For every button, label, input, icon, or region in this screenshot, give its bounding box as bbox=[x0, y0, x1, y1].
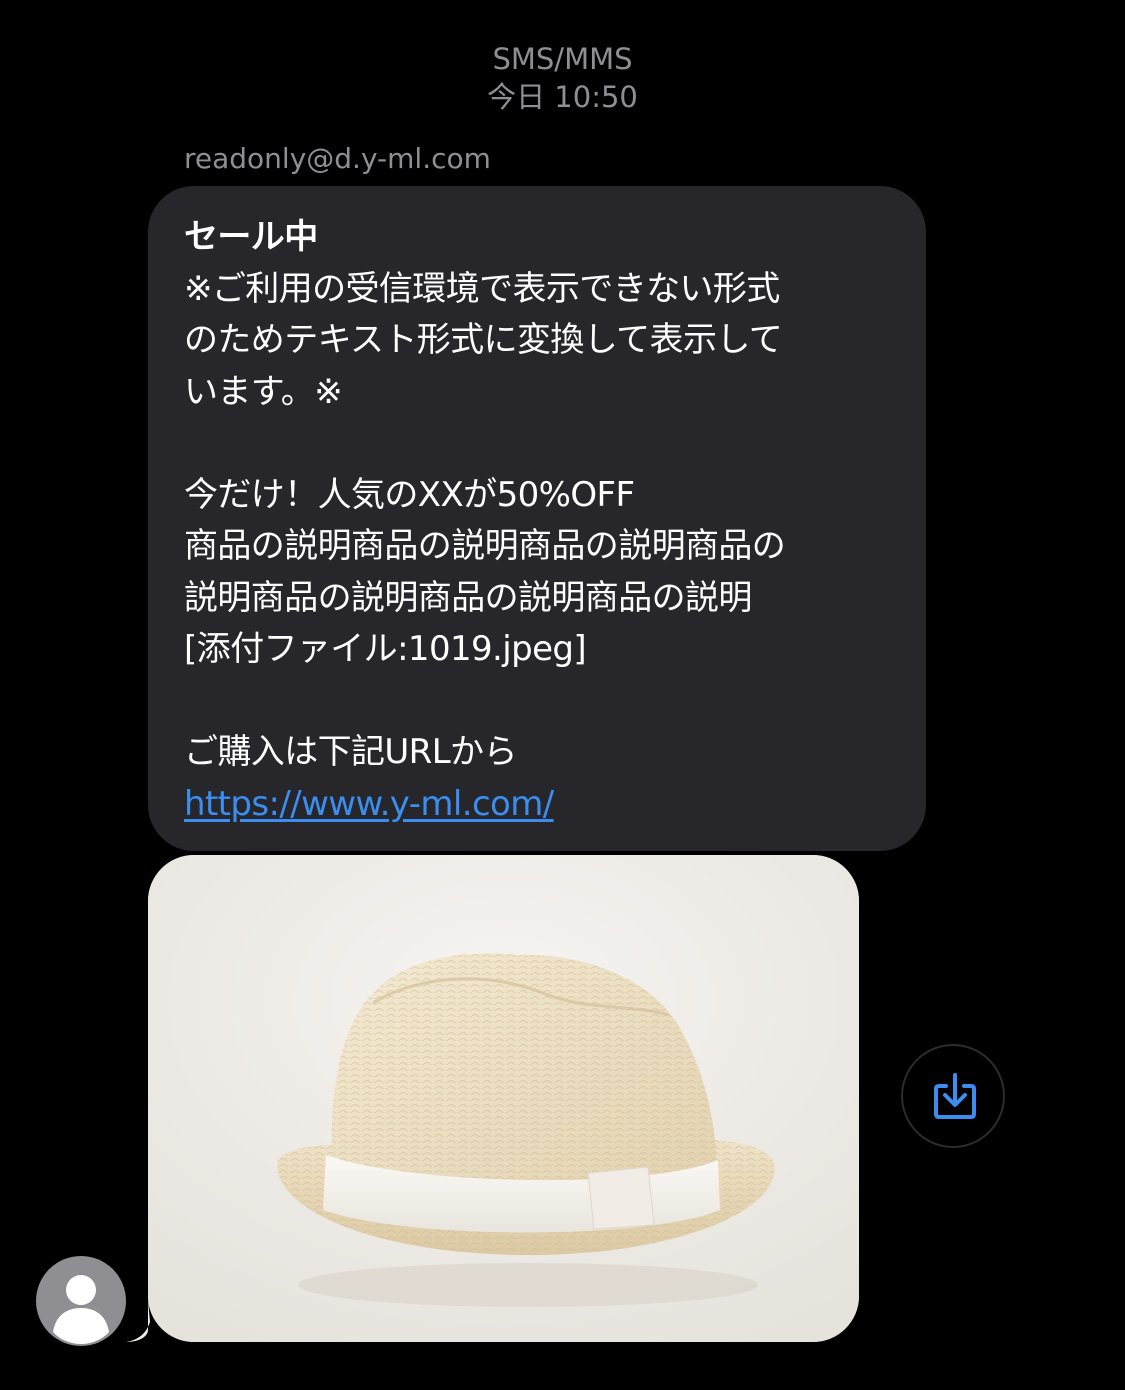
message-line: のためテキスト形式に変換して表示して bbox=[184, 320, 783, 360]
sender-address: readonly@d.y-ml.com bbox=[184, 142, 491, 175]
straw-hat-photo bbox=[148, 855, 859, 1342]
message-line: 説明商品の説明商品の説明商品の説明 bbox=[184, 577, 752, 618]
message-line: 商品の説明商品の説明商品の説明商品の bbox=[184, 526, 786, 566]
attachment-image[interactable] bbox=[148, 855, 859, 1342]
person-icon bbox=[53, 1275, 109, 1344]
message-line: います。※ bbox=[184, 371, 343, 412]
message-line bbox=[184, 676, 890, 728]
sender-avatar[interactable] bbox=[36, 1256, 126, 1346]
message-title: セール中 bbox=[184, 217, 318, 257]
save-download-icon bbox=[934, 1073, 976, 1119]
channel-label: SMS/MMS bbox=[492, 42, 633, 76]
message-line bbox=[184, 418, 890, 470]
message-bubble[interactable]: セール中 ※ご利用の受信環境で表示できない形式 のためテキスト形式に変換して表示… bbox=[148, 186, 926, 851]
purchase-link[interactable]: https://www.y-ml.com/ bbox=[184, 784, 554, 824]
conversation-header: SMS/MMS 今日 10:50 bbox=[0, 40, 1125, 116]
message-line: 今だけ！人気のXXが50%OFF bbox=[184, 474, 635, 515]
save-attachment-button[interactable] bbox=[901, 1044, 1005, 1148]
timestamp: 今日 10:50 bbox=[487, 80, 638, 114]
attachment-note: [添付ファイル:1019.jpeg] bbox=[184, 629, 587, 669]
bubble-tail bbox=[126, 1300, 150, 1342]
message-line: ※ご利用の受信環境で表示できない形式 bbox=[184, 268, 780, 309]
message-line: ご購入は下記URLから bbox=[184, 732, 517, 772]
